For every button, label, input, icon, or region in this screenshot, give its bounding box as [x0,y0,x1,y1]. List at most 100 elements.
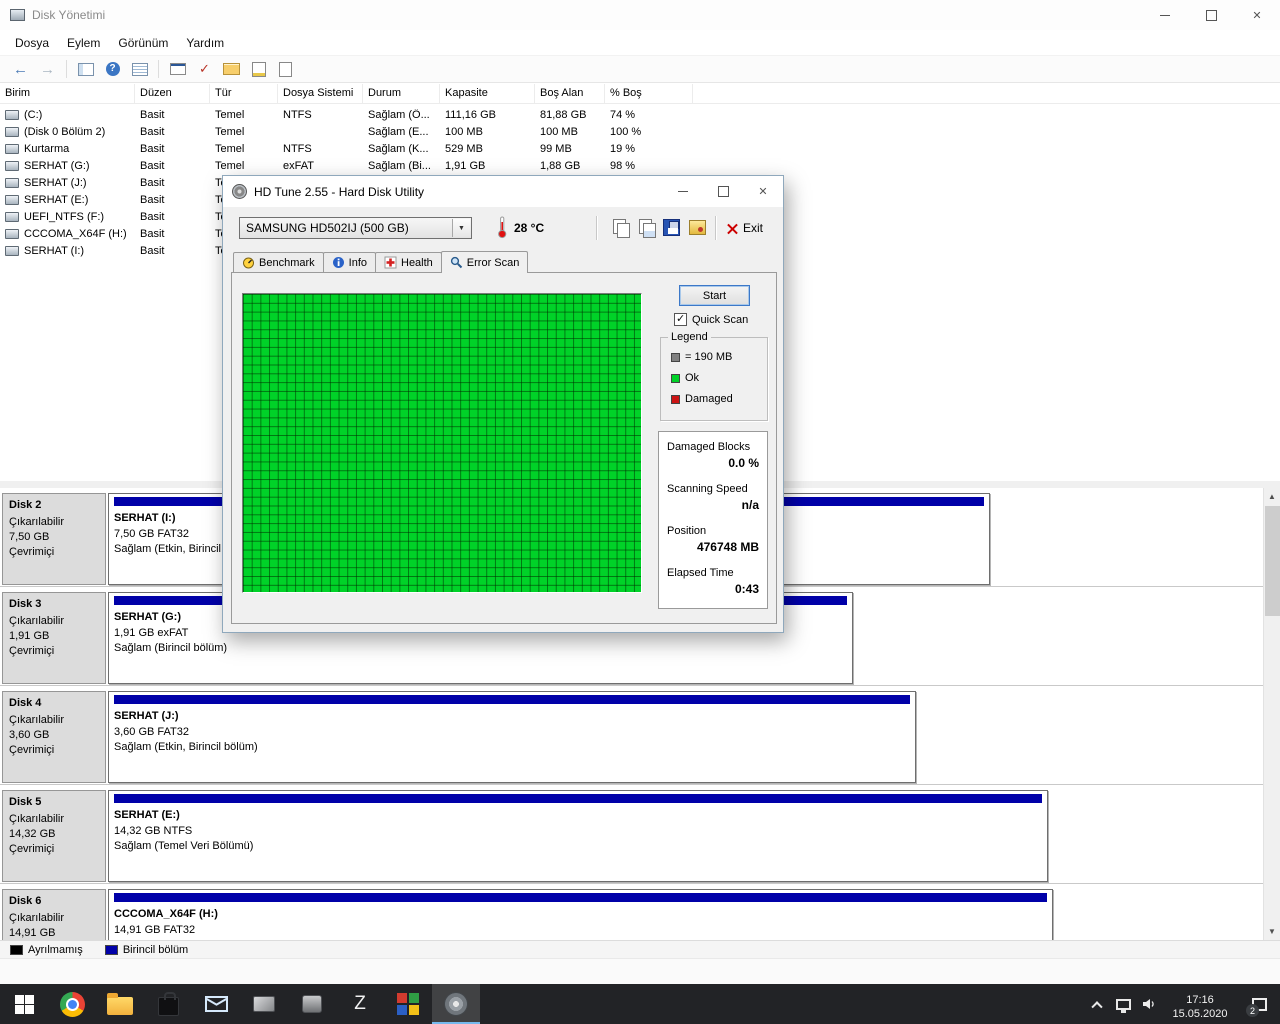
console-icon[interactable] [165,58,190,80]
start-button-taskbar[interactable] [0,984,48,1024]
title-bar[interactable]: Disk Yönetimi [0,0,1280,30]
maximize-icon[interactable] [1188,0,1234,30]
close-icon[interactable] [743,176,783,207]
partition-legend-bar: Ayrılmamış Birincil bölüm [0,940,1280,958]
partition-bar[interactable]: SERHAT (E:) 14,32 GB NTFS Sağlam (Temel … [108,790,1048,882]
scroll-up-icon[interactable] [1264,488,1280,505]
tab-health[interactable]: Health [375,252,442,272]
file-explorer-icon [107,993,133,1015]
partition-bar[interactable]: SERHAT (J:) 3,60 GB FAT32 Sağlam (Etkin,… [108,691,916,783]
quick-scan-checkbox[interactable]: Quick Scan [674,312,748,326]
list-view-icon[interactable] [127,58,152,80]
column-header-pct-bos[interactable]: % Boş [605,84,693,103]
drive-icon [5,245,19,256]
close-icon[interactable] [1234,0,1280,30]
volume-row[interactable]: (C:) Basit Temel NTFS Sağlam (Ö... 111,1… [0,106,1280,123]
exit-button[interactable]: Exit [723,218,767,238]
taskbar-mail[interactable] [192,984,240,1024]
column-header-bos-alan[interactable]: Boş Alan [535,84,605,103]
column-header-birim[interactable]: Birim [0,84,135,103]
disk-name: Disk 4 [9,697,42,709]
legend-label: Birincil bölüm [122,943,189,956]
volume-row[interactable]: SERHAT (G:) Basit Temel exFAT Sağlam (Bi… [0,157,1280,174]
back-icon[interactable] [8,58,33,80]
volume-tray[interactable] [1136,984,1162,1024]
save-icon[interactable] [663,219,680,236]
column-header-dosya-sistemi[interactable]: Dosya Sistemi [278,84,363,103]
disk-name: Disk 2 [9,499,42,511]
toolbar-separator [596,216,598,240]
partition-bar[interactable]: CCCOMA_X64F (H:) 14,91 GB FAT32 [108,889,1053,940]
disk-info-box[interactable]: Disk 4 Çıkarılabilir 3,60 GB Çevrimiçi [2,691,106,783]
taskbar-app-2[interactable] [288,984,336,1024]
volume-cell-duzen: Basit [140,125,165,138]
menu-dosya[interactable]: Dosya [6,32,58,54]
column-header-filler [693,84,1280,103]
folder-icon[interactable] [219,58,244,80]
forward-icon[interactable] [35,58,60,80]
console-tree-icon[interactable] [73,58,98,80]
tab-error-scan[interactable]: Error Scan [440,251,529,273]
volume-name: SERHAT (E:) [24,193,89,206]
column-header-kapasite[interactable]: Kapasite [440,84,535,103]
disk-info-box[interactable]: Disk 3 Çıkarılabilir 1,91 GB Çevrimiçi [2,592,106,684]
stat-item: Position 476748 MB [667,525,759,554]
hdtune-title-bar[interactable]: HD Tune 2.55 - Hard Disk Utility [223,176,783,207]
hidden-icons-chevron[interactable] [1084,984,1110,1024]
minimize-icon[interactable] [663,176,703,207]
disk-row: Disk 6 Çıkarılabilir 14,91 GB CCCOMA_X64… [0,884,1263,940]
drive-select[interactable]: SAMSUNG HD502IJ (500 GB) [239,217,472,239]
copy-text-icon[interactable] [637,218,657,238]
column-header-duzen[interactable]: Düzen [135,84,210,103]
drive-icon [5,160,19,171]
column-header-tur[interactable]: Tür [210,84,278,103]
disk-status: Çevrimiçi [9,645,55,657]
legend-item-unallocated: Ayrılmamış [10,944,83,956]
network-tray[interactable] [1110,984,1136,1024]
taskbar-app-1[interactable] [240,984,288,1024]
menu-eylem[interactable]: Eylem [58,32,109,54]
volume-row[interactable]: (Disk 0 Bölüm 2) Basit Temel Sağlam (E..… [0,123,1280,140]
disk-info-box[interactable]: Disk 2 Çıkarılabilir 7,50 GB Çevrimiçi [2,493,106,585]
menu-gorunum[interactable]: Görünüm [109,32,177,54]
clock[interactable]: 17:16 15.05.2020 [1162,987,1238,1021]
checkbox-checked-icon[interactable] [674,312,687,326]
drive-icon [5,211,19,222]
volume-cell-pct-bos: 19 % [610,142,636,155]
desktop-screen: Disk Yönetimi Dosya Eylem Görünüm Yardım [0,0,1280,1024]
partition-color-strip [114,695,910,704]
taskbar-chrome[interactable] [48,984,96,1024]
copy-icon[interactable] [611,218,631,238]
document-icon[interactable] [273,58,298,80]
scroll-thumb[interactable] [1265,506,1280,616]
taskbar-mosaic-app[interactable] [384,984,432,1024]
options-icon[interactable] [689,220,706,235]
minimize-icon[interactable] [1142,0,1188,30]
legend-label: = 190 MB [685,351,733,363]
column-header-durum[interactable]: Durum [363,84,440,103]
volume-cell-duzen: Basit [140,108,165,121]
check-icon[interactable] [192,58,217,80]
tab-benchmark[interactable]: Benchmark [233,252,324,272]
chevron-down-icon[interactable] [452,219,470,237]
hdtune-window-title: HD Tune 2.55 - Hard Disk Utility [254,184,425,199]
taskbar-hdtune[interactable] [432,984,480,1024]
start-button[interactable]: Start [679,285,750,306]
export-icon[interactable] [246,58,271,80]
volume-row[interactable]: Kurtarma Basit Temel NTFS Sağlam (K... 5… [0,140,1280,157]
taskbar-store[interactable] [144,984,192,1024]
maximize-icon[interactable] [703,176,743,207]
disk-row: Disk 4 Çıkarılabilir 3,60 GB Çevrimiçi S… [0,686,1280,785]
disk-info-box[interactable]: Disk 6 Çıkarılabilir 14,91 GB [2,889,106,940]
menu-yardim[interactable]: Yardım [177,32,233,54]
taskbar-z-app[interactable] [336,984,384,1024]
volume-cell-durum: Sağlam (Bi... [368,159,431,172]
taskbar-file-explorer[interactable] [96,984,144,1024]
volume-cell-birim: SERHAT (E:) [0,194,135,206]
vertical-scrollbar[interactable] [1263,488,1280,940]
scroll-down-icon[interactable] [1264,923,1280,940]
action-center-button[interactable]: 2 [1238,984,1280,1024]
help-icon[interactable] [100,58,125,80]
disk-info-box[interactable]: Disk 5 Çıkarılabilir 14,32 GB Çevrimiçi [2,790,106,882]
tab-info[interactable]: Info [322,252,376,272]
